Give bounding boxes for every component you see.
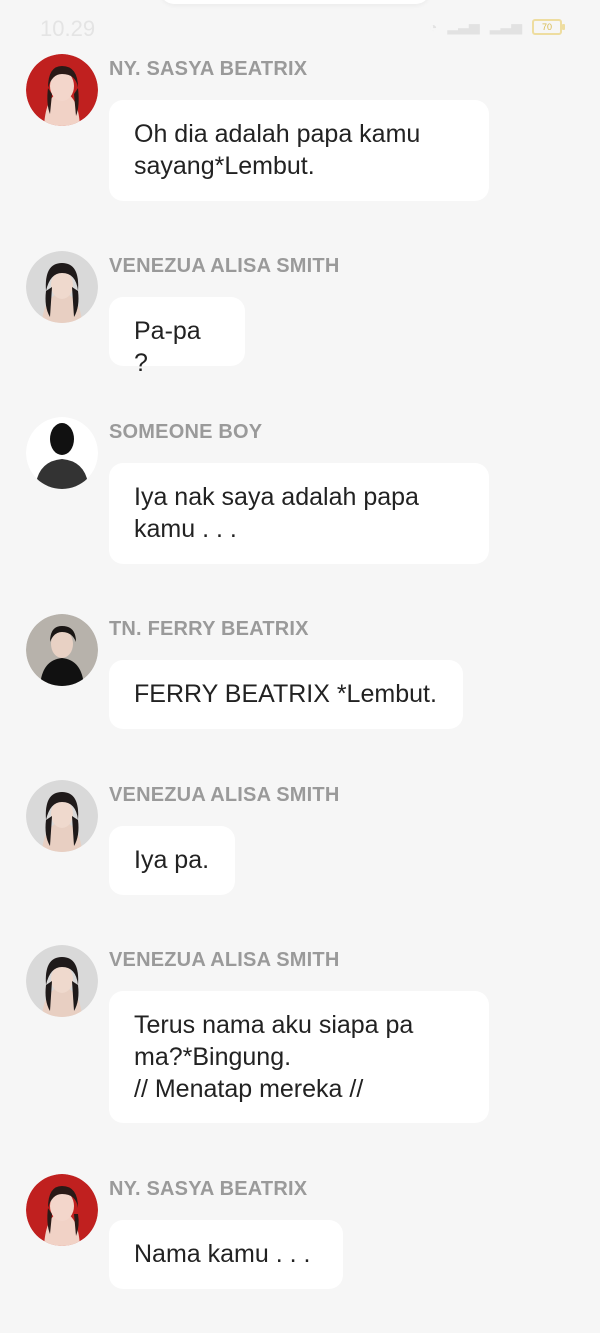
woman-red-avatar-icon[interactable] [26,1174,98,1246]
woman-dark-hair-avatar-icon[interactable] [26,945,98,1017]
sender-name: NY. SASYA BEATRIX [109,1178,308,1200]
silhouette-avatar-icon[interactable] [26,417,98,489]
status-time: 10.29 [40,16,96,41]
message-bubble[interactable]: Nama kamu . . . [109,1220,343,1289]
man-avatar-icon[interactable] [26,614,98,686]
message-bubble[interactable]: Terus nama aku siapa pa ma?*Bingung. // … [109,991,489,1123]
alarm-icon: ◔ [428,18,438,35]
woman-dark-hair-avatar-icon[interactable] [26,780,98,852]
status-icons: ◔ ▂▃▅ ▂▃▅ 70 [428,18,565,35]
message-bubble[interactable]: Pa-pa ? [109,297,245,377]
sender-name: NY. SASYA BEATRIX [109,58,308,80]
signal-icon-2: ▂▃▅ [489,18,522,34]
sender-name: SOMEONE BOY [109,421,263,443]
message-text: // Menatap mereka // [134,1075,364,1103]
message-text: FERRY BEATRIX *Lembut. [134,680,437,708]
message-text: Iya nak saya adalah papa [134,483,419,511]
battery-icon: 70 [532,18,565,35]
woman-red-avatar-icon[interactable] [26,54,98,126]
message-text: Iya pa. [134,846,210,874]
message-text: sayang*Lembut. [134,152,315,180]
message-bubble[interactable]: Oh dia adalah papa kamu sayang*Lembut. [109,100,489,201]
message-text: Nama kamu . . . [134,1240,311,1268]
message-text: Oh dia adalah papa kamu [134,120,421,148]
sender-name: VENEZUA ALISA SMITH [109,784,340,806]
woman-dark-hair-avatar-icon[interactable] [26,251,98,323]
top-input-edge [160,0,430,4]
message-text: kamu . . . [134,515,237,543]
signal-icon: ▂▃▅ [447,18,480,34]
message-text: ma?*Bingung. [134,1043,292,1071]
status-bar: 10.29 ◔ ▂▃▅ ▂▃▅ 70 [0,0,600,60]
sender-name: TN. FERRY BEATRIX [109,618,309,640]
message-bubble[interactable]: Iya pa. [109,826,235,895]
battery-level: 70 [541,21,552,32]
message-text: Terus nama aku siapa pa [134,1011,414,1039]
sender-name: VENEZUA ALISA SMITH [109,255,340,277]
sender-name: VENEZUA ALISA SMITH [109,949,340,971]
message-bubble[interactable]: FERRY BEATRIX *Lembut. [109,660,463,729]
message-bubble[interactable]: Iya nak saya adalah papa kamu . . . [109,463,489,564]
message-text: Pa-pa ? [134,317,201,377]
